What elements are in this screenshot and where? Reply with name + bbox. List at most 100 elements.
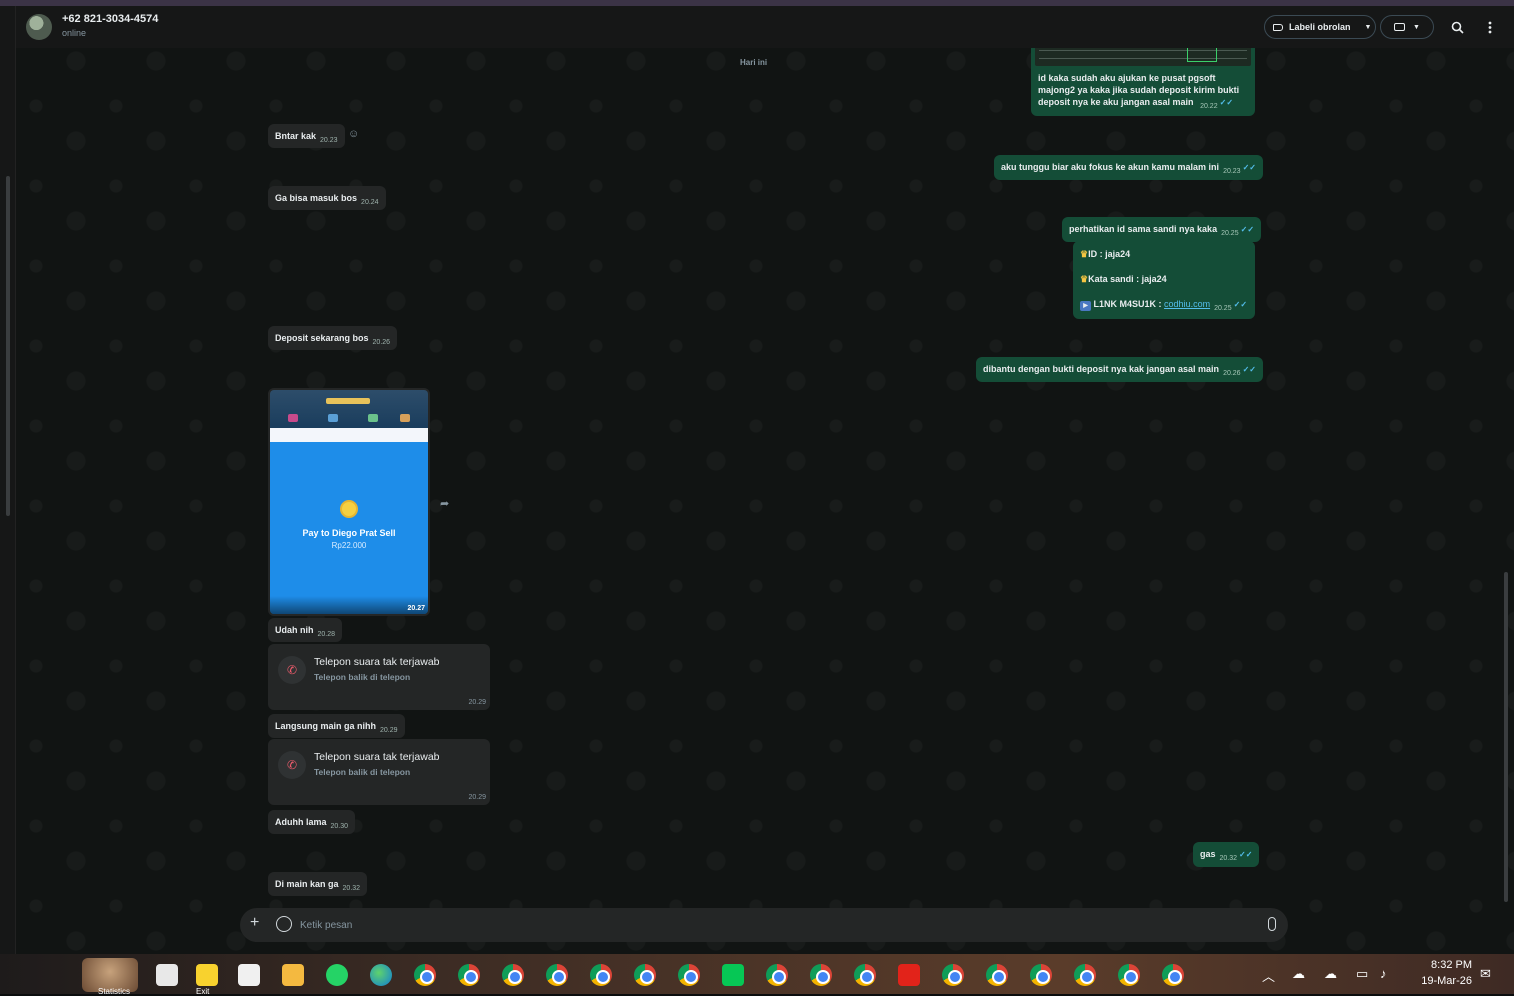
chrome-icon[interactable] — [590, 964, 612, 986]
outgoing-message[interactable]: gas 20.32 ✓✓ — [1193, 842, 1260, 867]
chrome-icon[interactable] — [854, 964, 876, 986]
chrome-icon[interactable] — [810, 964, 832, 986]
missed-call-card[interactable]: ✆ Telepon suara tak terjawab Telepon bal… — [268, 644, 490, 710]
clock-date[interactable]: 19-Mar-26 — [1408, 975, 1472, 987]
call-subtitle[interactable]: Telepon balik di telepon — [314, 767, 410, 777]
chrome-icon[interactable] — [986, 964, 1008, 986]
outgoing-message[interactable]: aku tunggu biar aku fokus ke akun kamu m… — [994, 155, 1263, 180]
file-explorer-icon[interactable] — [282, 964, 304, 986]
edge-icon[interactable] — [370, 964, 392, 986]
chrome-icon[interactable] — [546, 964, 568, 986]
sticky-notes-icon[interactable] — [196, 964, 218, 986]
call-subtitle[interactable]: Telepon balik di telepon — [314, 672, 410, 682]
video-call-button[interactable]: ▼ — [1380, 15, 1434, 39]
outgoing-message[interactable]: dibantu dengan bukti deposit nya kak jan… — [976, 357, 1263, 382]
outgoing-message[interactable]: id kaka sudah aku ajukan ke pusat pgsoft… — [1031, 42, 1255, 116]
line-app-icon[interactable] — [722, 964, 744, 986]
incoming-message[interactable]: Bntar kak 20.23 — [268, 124, 345, 149]
react-emoji-icon[interactable]: ☺ — [348, 128, 359, 140]
day-chip: Hari ini — [740, 58, 768, 67]
chrome-icon[interactable] — [1162, 964, 1184, 986]
app-icon[interactable] — [156, 964, 178, 986]
message-text: gas — [1200, 849, 1216, 859]
message-time: 20.32 — [1219, 855, 1238, 862]
message-time: 20.26 — [1223, 370, 1241, 377]
chrome-icon[interactable] — [414, 964, 436, 986]
chat-header: +62 821-3034-4574 online Labeli obrolan … — [16, 6, 1514, 48]
incoming-message[interactable]: Ga bisa masuk bos 20.24 — [268, 186, 386, 211]
image-game-banner — [270, 390, 428, 428]
incoming-message[interactable]: Langsung main ga nihh 20.29 — [268, 714, 405, 739]
incoming-message[interactable]: Deposit sekarang bos 20.26 — [268, 326, 398, 351]
wps-office-icon[interactable] — [898, 964, 920, 986]
whatsapp-icon[interactable] — [326, 964, 348, 986]
label-chat-button[interactable]: Labeli obrolan ▼ — [1264, 15, 1376, 39]
video-call-icon — [1394, 23, 1406, 31]
exit-label: Exit — [196, 987, 210, 996]
left-scrollbar[interactable] — [6, 176, 10, 516]
incoming-message[interactable]: Di main kan ga 20.32 — [268, 872, 368, 897]
text-editor-icon[interactable] — [238, 964, 260, 986]
contact-status: online — [62, 28, 87, 38]
menu-icon — [1488, 21, 1492, 33]
chrome-icon[interactable] — [1030, 964, 1052, 986]
message-time: 20.23 — [1223, 168, 1241, 175]
chat-scrollbar[interactable] — [1504, 572, 1508, 902]
play-icon: ▶ — [1080, 301, 1091, 312]
message-input[interactable] — [300, 914, 1200, 936]
chevron-down-icon: ▼ — [1413, 23, 1420, 31]
volume-icon[interactable]: ♪ — [1380, 966, 1387, 981]
message-text: dibantu dengan bukti deposit nya kak jan… — [983, 364, 1220, 374]
chrome-icon[interactable] — [1118, 964, 1140, 986]
incoming-message[interactable]: Aduhh lama 20.30 — [268, 810, 356, 835]
forward-icon[interactable]: ➦ — [440, 497, 449, 510]
chrome-icon[interactable] — [634, 964, 656, 986]
read-tick-icon: ✓✓ — [1233, 300, 1248, 310]
call-title: Telepon suara tak terjawab — [314, 656, 440, 668]
read-tick-icon: ✓✓ — [1219, 98, 1234, 108]
tray-chevron-up-icon[interactable]: ︿ — [1262, 966, 1275, 985]
message-text: Ga bisa masuk bos — [275, 193, 358, 203]
credentials-message[interactable]: ♛ID : jaja24 ♛Kata sandi : jaja24 ▶ L1NK… — [1073, 241, 1255, 319]
chrome-icon[interactable] — [766, 964, 788, 986]
chrome-icon[interactable] — [502, 964, 524, 986]
label-icon — [1273, 23, 1283, 31]
notification-icon[interactable]: ✉ — [1480, 966, 1491, 982]
chrome-icon[interactable] — [1074, 964, 1096, 986]
search-button[interactable] — [1448, 18, 1466, 36]
widget-label: Statistics — [98, 987, 131, 996]
left-rail — [0, 6, 16, 954]
avatar[interactable] — [26, 14, 52, 40]
network-icon[interactable]: ▭ — [1356, 966, 1368, 982]
outgoing-message[interactable]: perhatikan id sama sandi nya kaka 20.25 ✓✓ — [1062, 217, 1262, 242]
whatsapp-chat-window: +62 821-3034-4574 online Labeli obrolan … — [16, 6, 1514, 954]
chrome-icon[interactable] — [678, 964, 700, 986]
image-message[interactable]: Pay to Diego Prat Sell Rp22.000 20.27 — [268, 388, 430, 616]
read-tick-icon: ✓✓ — [1240, 225, 1255, 234]
read-tick-icon: ✓✓ — [1242, 163, 1256, 172]
onedrive-icon[interactable]: ☁ — [1324, 966, 1337, 982]
missed-call-card[interactable]: ✆ Telepon suara tak terjawab Telepon bal… — [268, 739, 490, 805]
message-time: 20.25 — [1221, 230, 1239, 237]
message-time: 20.26 — [372, 339, 391, 346]
message-text: Udah nih — [275, 625, 314, 635]
credential-password: Kata sandi : jaja24 — [1088, 274, 1167, 285]
message-time: 20.25 — [1214, 305, 1232, 313]
credential-id: ID : jaja24 — [1088, 249, 1131, 259]
login-link[interactable]: codhiu.com — [1164, 299, 1210, 309]
emoji-icon[interactable] — [276, 916, 292, 932]
cloud-sync-icon[interactable]: ☁ — [1292, 966, 1305, 982]
clock-time[interactable]: 8:32 PM — [1418, 959, 1472, 971]
attach-plus-icon[interactable]: + — [250, 914, 259, 932]
message-text: Aduhh lama — [275, 817, 327, 827]
image-payment-header — [270, 428, 428, 442]
contact-name[interactable]: +62 821-3034-4574 — [62, 13, 158, 25]
chrome-icon[interactable] — [942, 964, 964, 986]
message-time: 20.32 — [342, 885, 361, 892]
menu-button[interactable] — [1481, 18, 1499, 36]
chrome-icon[interactable] — [458, 964, 480, 986]
message-time: 20.30 — [330, 823, 349, 830]
microphone-icon[interactable] — [1268, 917, 1276, 931]
incoming-message[interactable]: Udah nih 20.28 — [268, 618, 343, 643]
message-text: aku tunggu biar aku fokus ke akun kamu m… — [1001, 162, 1220, 172]
